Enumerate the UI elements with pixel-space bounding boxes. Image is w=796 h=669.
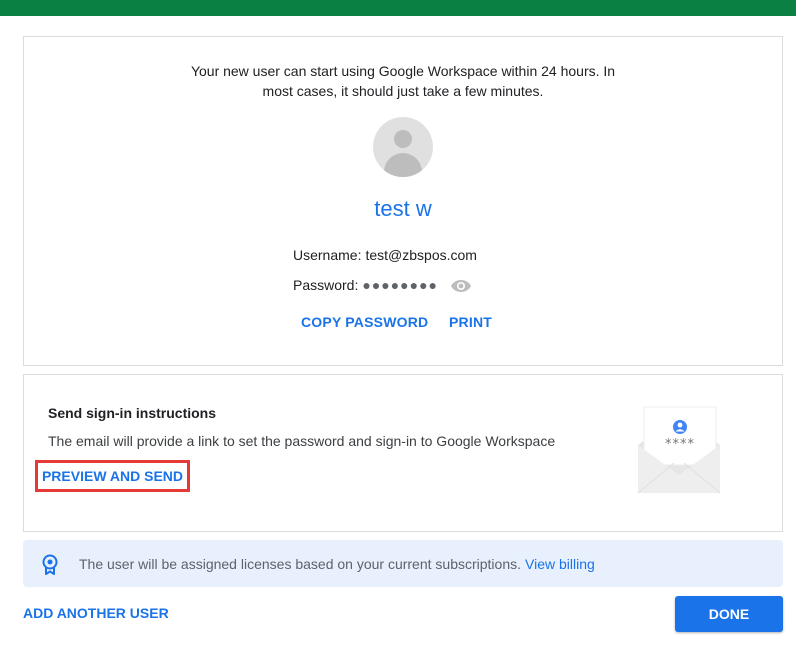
copy-password-button[interactable]: COPY PASSWORD: [301, 314, 428, 330]
envelope-stars: ****: [665, 437, 695, 452]
username-label: Username:: [293, 247, 362, 263]
add-another-user-button[interactable]: ADD ANOTHER USER: [23, 605, 169, 621]
send-instructions-title: Send sign-in instructions: [48, 405, 217, 421]
intro-line-1: Your new user can start using Google Wor…: [190, 63, 616, 79]
password-masked: ●●●●●●●●: [362, 277, 439, 293]
intro-line-2: most cases, it should just take a few mi…: [262, 83, 544, 99]
username-row: Username: test@zbspos.com: [293, 245, 477, 265]
print-button[interactable]: PRINT: [449, 314, 492, 330]
person-avatar-icon: [373, 117, 433, 177]
username-value: test@zbspos.com: [365, 247, 477, 263]
license-notice-text: The user will be assigned licenses based…: [79, 555, 522, 572]
intro-text: Your new user can start using Google Wor…: [24, 61, 782, 101]
send-instructions-description: The email will provide a link to set the…: [48, 433, 556, 449]
send-instructions-card: Send sign-in instructions The email will…: [23, 374, 783, 532]
preview-and-send-button[interactable]: PREVIEW AND SEND: [35, 460, 190, 492]
top-bar: [0, 0, 796, 16]
eye-icon[interactable]: [450, 278, 472, 292]
license-notice: The user will be assigned licenses based…: [23, 540, 783, 587]
license-badge-icon: [39, 553, 61, 575]
envelope-icon: ****: [624, 403, 734, 499]
user-display-name: test w: [374, 196, 432, 221]
password-label: Password:: [293, 277, 359, 293]
password-row: Password: ●●●●●●●●: [293, 275, 472, 295]
new-user-card: Your new user can start using Google Wor…: [23, 36, 783, 366]
done-button[interactable]: DONE: [675, 596, 783, 632]
view-billing-link[interactable]: View billing: [525, 556, 595, 572]
